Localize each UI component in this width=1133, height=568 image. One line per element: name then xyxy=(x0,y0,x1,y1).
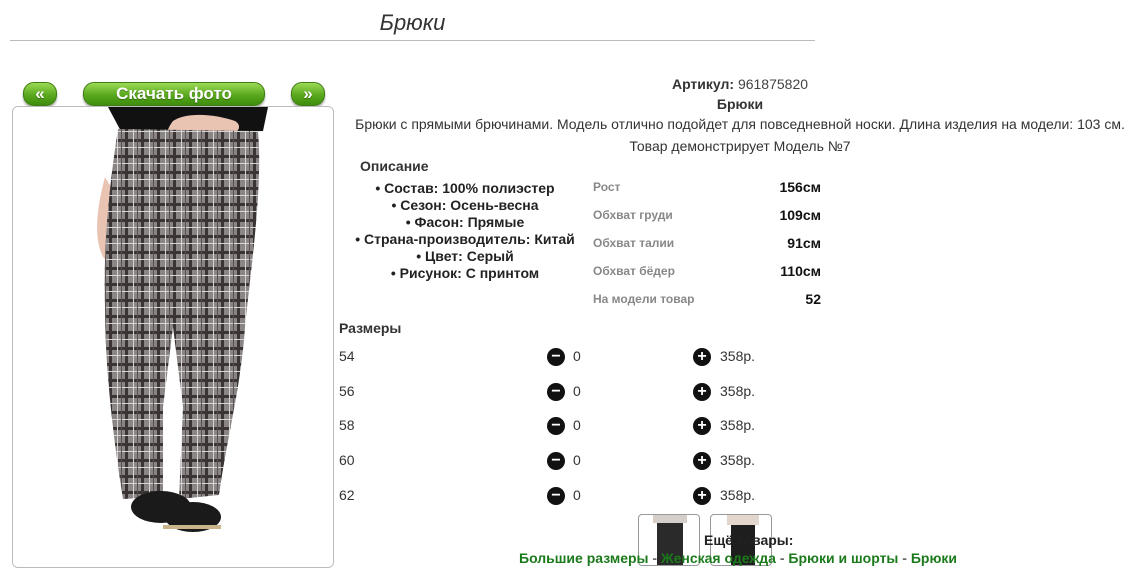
sizes-title: Размеры xyxy=(339,320,402,336)
link-separator: - xyxy=(902,550,907,566)
measurement-label: Обхват талии xyxy=(593,236,675,250)
product-photo[interactable] xyxy=(12,106,334,568)
measurement-label: Рост xyxy=(593,180,621,194)
link-separator: - xyxy=(779,550,785,566)
sizes-list: 54 − 0 + 358р. 56 − 0 + 358р. 58 − 0 + 3… xyxy=(339,346,779,519)
product-description: Брюки с прямыми брючинами. Модель отличн… xyxy=(355,116,1125,132)
article-line: Артикул: 961875820 xyxy=(340,76,1133,92)
description-title: Описание xyxy=(360,158,429,174)
minus-circle-icon[interactable]: − xyxy=(547,452,565,471)
prev-photo-button[interactable]: « xyxy=(23,82,57,106)
minus-circle-icon[interactable]: − xyxy=(547,486,565,505)
size-label: 58 xyxy=(339,417,355,434)
price-value: 358р. xyxy=(720,452,756,469)
model-measurements: Рост 156см Обхват груди 109см Обхват тал… xyxy=(593,178,821,318)
measurement-value: 52 xyxy=(805,291,821,307)
feature-item: • Сезон: Осень-весна xyxy=(391,197,539,213)
measurement-value: 156см xyxy=(779,179,821,195)
size-row: 56 − 0 + 358р. xyxy=(339,381,779,416)
size-row: 54 − 0 + 358р. xyxy=(339,346,779,381)
plus-circle-icon[interactable]: + xyxy=(693,417,711,436)
category-link[interactable]: Брюки xyxy=(911,550,957,566)
quantity-value: 0 xyxy=(573,382,581,399)
download-photo-button[interactable]: Скачать фото xyxy=(83,82,265,106)
next-photo-button[interactable]: » xyxy=(291,82,325,106)
feature-item: • Страна-производитель: Китай xyxy=(355,231,575,247)
minus-circle-icon[interactable]: − xyxy=(547,417,565,436)
category-links: Большие размеры - Женская одежда - Брюки… xyxy=(519,550,957,566)
features-list: • Состав: 100% полиэстер • Сезон: Осень-… xyxy=(352,180,578,282)
plus-circle-icon[interactable]: + xyxy=(693,348,711,366)
measurement-value: 91см xyxy=(787,235,821,251)
article-value: 961875820 xyxy=(737,76,809,92)
price-value: 358р. xyxy=(720,382,756,399)
model-note: Товар демонстрирует Модель №7 xyxy=(629,138,851,154)
category-link[interactable]: Большие размеры xyxy=(519,550,649,566)
size-label: 60 xyxy=(339,452,355,469)
feature-item: • Цвет: Серый xyxy=(416,248,514,264)
size-label: 62 xyxy=(339,486,355,503)
size-row: 60 − 0 + 358р. xyxy=(339,450,779,485)
feature-item: • Состав: 100% полиэстер xyxy=(375,180,555,196)
quantity-value: 0 xyxy=(573,348,581,364)
measurement-row: Обхват бёдер 110см xyxy=(593,262,821,290)
price-value: 358р. xyxy=(720,417,756,434)
measurement-row: Обхват талии 91см xyxy=(593,234,821,262)
category-link[interactable]: Женская одежда xyxy=(661,550,776,566)
plus-circle-icon[interactable]: + xyxy=(693,452,711,471)
size-row: 58 − 0 + 358р. xyxy=(339,415,779,450)
measurement-value: 110см xyxy=(780,263,821,279)
product-name: Брюки xyxy=(716,96,764,112)
measurement-value: 109см xyxy=(779,207,821,223)
measurement-label: Обхват груди xyxy=(593,208,673,222)
quantity-value: 0 xyxy=(573,417,581,434)
minus-circle-icon[interactable]: − xyxy=(547,348,565,366)
measurement-row: На модели товар 52 xyxy=(593,290,821,318)
link-separator: - xyxy=(652,550,658,566)
title-divider xyxy=(10,40,815,41)
measurement-row: Обхват груди 109см xyxy=(593,206,821,234)
feature-item: • Рисунок: С принтом xyxy=(390,265,540,281)
size-label: 54 xyxy=(339,348,355,364)
price-value: 358р. xyxy=(720,486,756,503)
price-value: 358р. xyxy=(720,348,756,364)
quantity-value: 0 xyxy=(573,486,581,503)
measurement-row: Рост 156см xyxy=(593,178,821,206)
page-title: Брюки xyxy=(379,10,446,35)
category-link[interactable]: Брюки и шорты xyxy=(788,550,898,566)
feature-item: • Фасон: Прямые xyxy=(405,214,525,230)
measurement-label: Обхват бёдер xyxy=(593,264,675,278)
product-photo-image xyxy=(13,107,333,567)
minus-circle-icon[interactable]: − xyxy=(547,382,565,401)
measurement-label: На модели товар xyxy=(593,292,695,306)
plus-circle-icon[interactable]: + xyxy=(693,486,711,505)
article-label: Артикул: xyxy=(671,76,735,92)
size-label: 56 xyxy=(339,382,355,399)
plus-circle-icon[interactable]: + xyxy=(693,382,711,401)
quantity-value: 0 xyxy=(573,452,581,469)
more-goods-title: Ещё товары: xyxy=(704,532,794,548)
